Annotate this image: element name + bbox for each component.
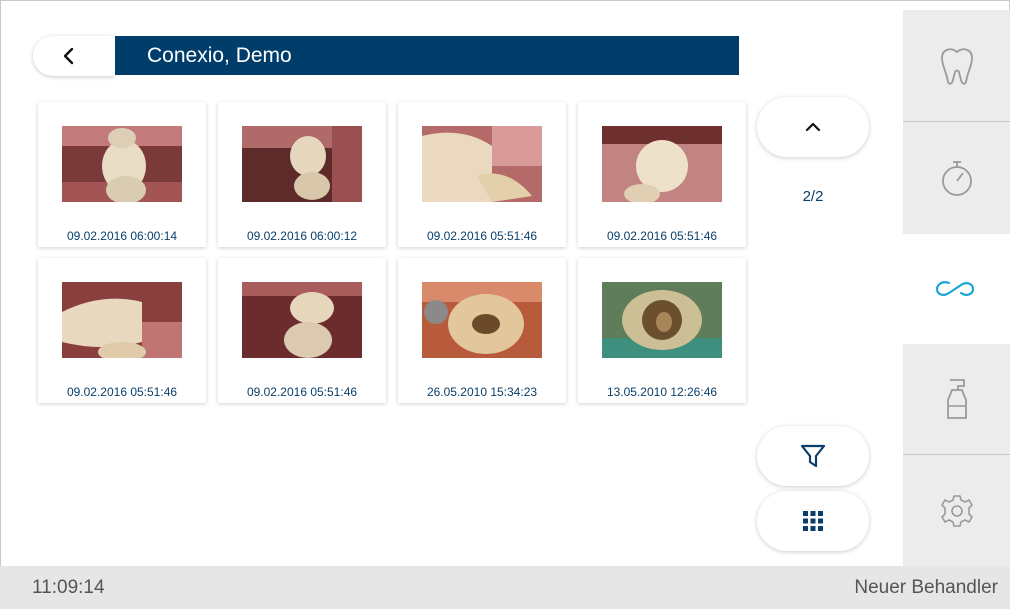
image-timestamp: 09.02.2016 05:51:46 (606, 229, 718, 243)
sidebar-item-treatment[interactable] (903, 10, 1010, 121)
image-thumbnail[interactable]: 26.05.2010 15:34:23 (398, 258, 566, 403)
current-user[interactable]: Neuer Behandler (854, 577, 998, 599)
patient-title-bar: Conexio, Demo (115, 36, 739, 75)
status-bar: 11:09:14 Neuer Behandler (0, 566, 1010, 609)
image-thumbnail[interactable]: 09.02.2016 05:51:46 (578, 102, 746, 247)
sidebar-item-imaging[interactable] (900, 234, 1010, 344)
image-timestamp: 09.02.2016 06:00:12 (246, 229, 358, 243)
infinity-icon (935, 281, 975, 296)
image-timestamp: 09.02.2016 05:51:46 (246, 385, 358, 399)
chevron-up-icon (805, 122, 821, 132)
filter-icon (800, 444, 826, 468)
intraoral-photo (422, 282, 542, 358)
filter-button[interactable] (757, 426, 869, 486)
image-thumbnail[interactable]: 09.02.2016 05:51:46 (218, 258, 386, 403)
spray-bottle-icon (946, 379, 967, 419)
intraoral-photo (422, 126, 542, 202)
image-thumbnail[interactable]: 13.05.2010 12:26:46 (578, 258, 746, 403)
grid-view-button[interactable] (757, 491, 869, 551)
sidebar-item-timer[interactable] (903, 122, 1010, 233)
image-thumbnail[interactable]: 09.02.2016 06:00:14 (38, 102, 206, 247)
patient-name: Conexio, Demo (147, 43, 292, 67)
intraoral-photo (602, 126, 722, 202)
intraoral-photo (602, 282, 722, 358)
gear-icon (940, 494, 973, 527)
image-timestamp: 09.02.2016 06:00:14 (66, 229, 178, 243)
intraoral-photo (62, 282, 182, 358)
chevron-left-icon (63, 47, 74, 65)
intraoral-photo (242, 282, 362, 358)
page-indicator: 2/2 (802, 188, 824, 205)
sidebar-item-settings[interactable] (903, 455, 1010, 566)
page-up-button[interactable] (757, 97, 869, 157)
intraoral-photo (62, 126, 182, 202)
image-thumbnail[interactable]: 09.02.2016 06:00:12 (218, 102, 386, 247)
image-thumbnail[interactable]: 09.02.2016 05:51:46 (398, 102, 566, 247)
image-timestamp: 09.02.2016 05:51:46 (66, 385, 178, 399)
tooth-icon (940, 47, 973, 85)
image-timestamp: 26.05.2010 15:34:23 (426, 385, 538, 399)
image-timestamp: 09.02.2016 05:51:46 (426, 229, 538, 243)
image-thumbnail[interactable]: 09.02.2016 05:51:46 (38, 258, 206, 403)
stopwatch-icon (941, 160, 972, 196)
back-button[interactable] (33, 36, 115, 76)
image-timestamp: 13.05.2010 12:26:46 (606, 385, 718, 399)
grid-icon (803, 511, 823, 531)
intraoral-photo (242, 126, 362, 202)
sidebar (900, 10, 1010, 566)
clock: 11:09:14 (32, 577, 105, 598)
sidebar-item-hygiene[interactable] (903, 344, 1010, 454)
